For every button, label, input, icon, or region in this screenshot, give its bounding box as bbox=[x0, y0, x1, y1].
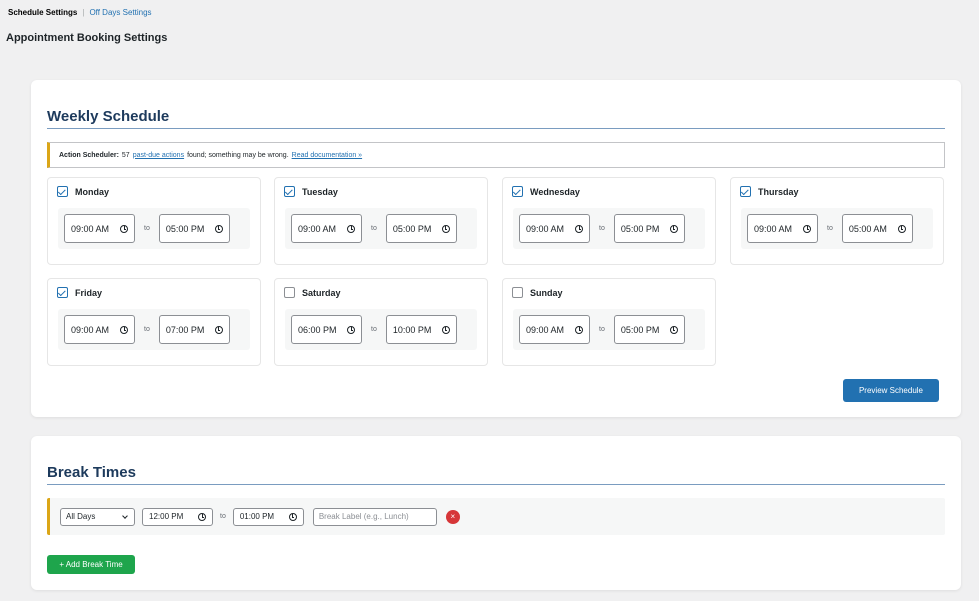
break-day-select[interactable]: All Days bbox=[60, 507, 135, 526]
to-label: to bbox=[371, 225, 377, 232]
clock-icon bbox=[347, 224, 355, 233]
notice-label: Action Scheduler: bbox=[59, 151, 119, 159]
clock-icon bbox=[575, 224, 583, 233]
monday-start-time[interactable]: 09:00 AM bbox=[64, 214, 135, 243]
day-card-friday: Friday 09:00 AM to 07:00 PM bbox=[47, 278, 261, 366]
day-card-saturday: Saturday 06:00 PM to 10:00 PM bbox=[274, 278, 488, 366]
wednesday-end-time[interactable]: 05:00 PM bbox=[613, 214, 685, 243]
clock-icon bbox=[214, 325, 223, 334]
clock-icon bbox=[120, 325, 128, 334]
to-label: to bbox=[599, 225, 605, 232]
clock-icon bbox=[120, 224, 128, 233]
friday-start-time[interactable]: 09:00 AM bbox=[64, 315, 135, 344]
thursday-end-time[interactable]: 05:00 AM bbox=[841, 214, 913, 243]
subnav-off-days-link[interactable]: Off Days Settings bbox=[89, 8, 151, 17]
day-name: Monday bbox=[75, 186, 110, 197]
clock-icon bbox=[347, 325, 355, 334]
clock-icon bbox=[214, 224, 223, 233]
add-break-time-button[interactable]: + Add Break Time bbox=[47, 555, 135, 574]
day-card-monday: Monday 09:00 AM to 05:00 PM bbox=[47, 177, 261, 265]
action-scheduler-notice: Action Scheduler: 57 past-due actions fo… bbox=[47, 142, 945, 168]
tuesday-checkbox[interactable] bbox=[284, 186, 295, 197]
break-start-time[interactable]: 12:00 PM bbox=[142, 507, 213, 526]
subnav-schedule-settings[interactable]: Schedule Settings bbox=[8, 8, 77, 17]
section-divider bbox=[47, 128, 945, 129]
day-card-tuesday: Tuesday 09:00 AM to 05:00 PM bbox=[274, 177, 488, 265]
clock-icon bbox=[288, 512, 297, 521]
to-label: to bbox=[599, 326, 605, 333]
break-end-time[interactable]: 01:00 PM bbox=[232, 507, 304, 526]
clock-icon bbox=[803, 224, 811, 233]
monday-end-time[interactable]: 05:00 PM bbox=[158, 214, 230, 243]
weekly-schedule-title: Weekly Schedule bbox=[47, 108, 170, 125]
sunday-end-time[interactable]: 05:00 PM bbox=[613, 315, 685, 344]
thursday-start-time[interactable]: 09:00 AM bbox=[747, 214, 818, 243]
wednesday-start-time[interactable]: 09:00 AM bbox=[519, 214, 590, 243]
tuesday-start-time[interactable]: 09:00 AM bbox=[291, 214, 362, 243]
clock-icon bbox=[669, 224, 678, 233]
day-name: Saturday bbox=[302, 287, 341, 298]
read-documentation-link[interactable]: Read documentation » bbox=[292, 152, 362, 159]
break-times-card: Break Times All Days 12:00 PM to 01:00 P… bbox=[31, 436, 961, 590]
saturday-start-time[interactable]: 06:00 PM bbox=[291, 315, 362, 344]
monday-checkbox[interactable] bbox=[57, 186, 68, 197]
clock-icon bbox=[669, 325, 678, 334]
day-name: Tuesday bbox=[302, 186, 338, 197]
break-row: All Days 12:00 PM to 01:00 PM Break Labe… bbox=[47, 498, 945, 535]
clock-icon bbox=[575, 325, 583, 334]
past-due-actions-link[interactable]: past-due actions bbox=[133, 152, 184, 159]
day-name: Sunday bbox=[530, 287, 563, 298]
clock-icon bbox=[441, 325, 450, 334]
to-label: to bbox=[144, 326, 150, 333]
day-name: Thursday bbox=[758, 186, 799, 197]
clock-icon bbox=[441, 224, 450, 233]
break-label-input[interactable]: Break Label (e.g., Lunch) bbox=[312, 507, 437, 526]
chevron-down-icon bbox=[122, 512, 128, 519]
thursday-checkbox[interactable] bbox=[740, 186, 751, 197]
friday-checkbox[interactable] bbox=[57, 287, 68, 298]
day-name: Wednesday bbox=[530, 186, 580, 197]
day-card-sunday: Sunday 09:00 AM to 05:00 PM bbox=[502, 278, 716, 366]
to-label: to bbox=[371, 326, 377, 333]
clock-icon bbox=[198, 512, 206, 521]
saturday-checkbox[interactable] bbox=[284, 287, 295, 298]
day-card-wednesday: Wednesday 09:00 AM to 05:00 PM bbox=[502, 177, 716, 265]
remove-break-button[interactable]: × bbox=[445, 509, 460, 524]
friday-end-time[interactable]: 07:00 PM bbox=[158, 315, 230, 344]
clock-icon bbox=[897, 224, 906, 233]
to-label: to bbox=[220, 513, 226, 520]
notice-message: found; something may be wrong. bbox=[187, 151, 289, 159]
saturday-end-time[interactable]: 10:00 PM bbox=[385, 315, 457, 344]
day-name: Friday bbox=[75, 287, 103, 298]
preview-schedule-button[interactable]: Preview Schedule bbox=[843, 379, 939, 402]
wednesday-checkbox[interactable] bbox=[512, 186, 523, 197]
weekly-schedule-card: Weekly Schedule Action Scheduler: 57 pas… bbox=[31, 80, 961, 417]
notice-count: 57 bbox=[121, 151, 130, 159]
sunday-checkbox[interactable] bbox=[512, 287, 523, 298]
to-label: to bbox=[827, 225, 833, 232]
tuesday-end-time[interactable]: 05:00 PM bbox=[385, 214, 457, 243]
sunday-start-time[interactable]: 09:00 AM bbox=[519, 315, 590, 344]
section-divider bbox=[47, 484, 945, 485]
page-title: Appointment Booking Settings bbox=[6, 32, 168, 44]
day-card-thursday: Thursday 09:00 AM to 05:00 AM bbox=[730, 177, 944, 265]
subnav-separator: | bbox=[82, 8, 85, 17]
to-label: to bbox=[144, 225, 150, 232]
break-times-title: Break Times bbox=[47, 464, 136, 481]
sub-navigation: Schedule Settings | Off Days Settings bbox=[8, 8, 152, 17]
